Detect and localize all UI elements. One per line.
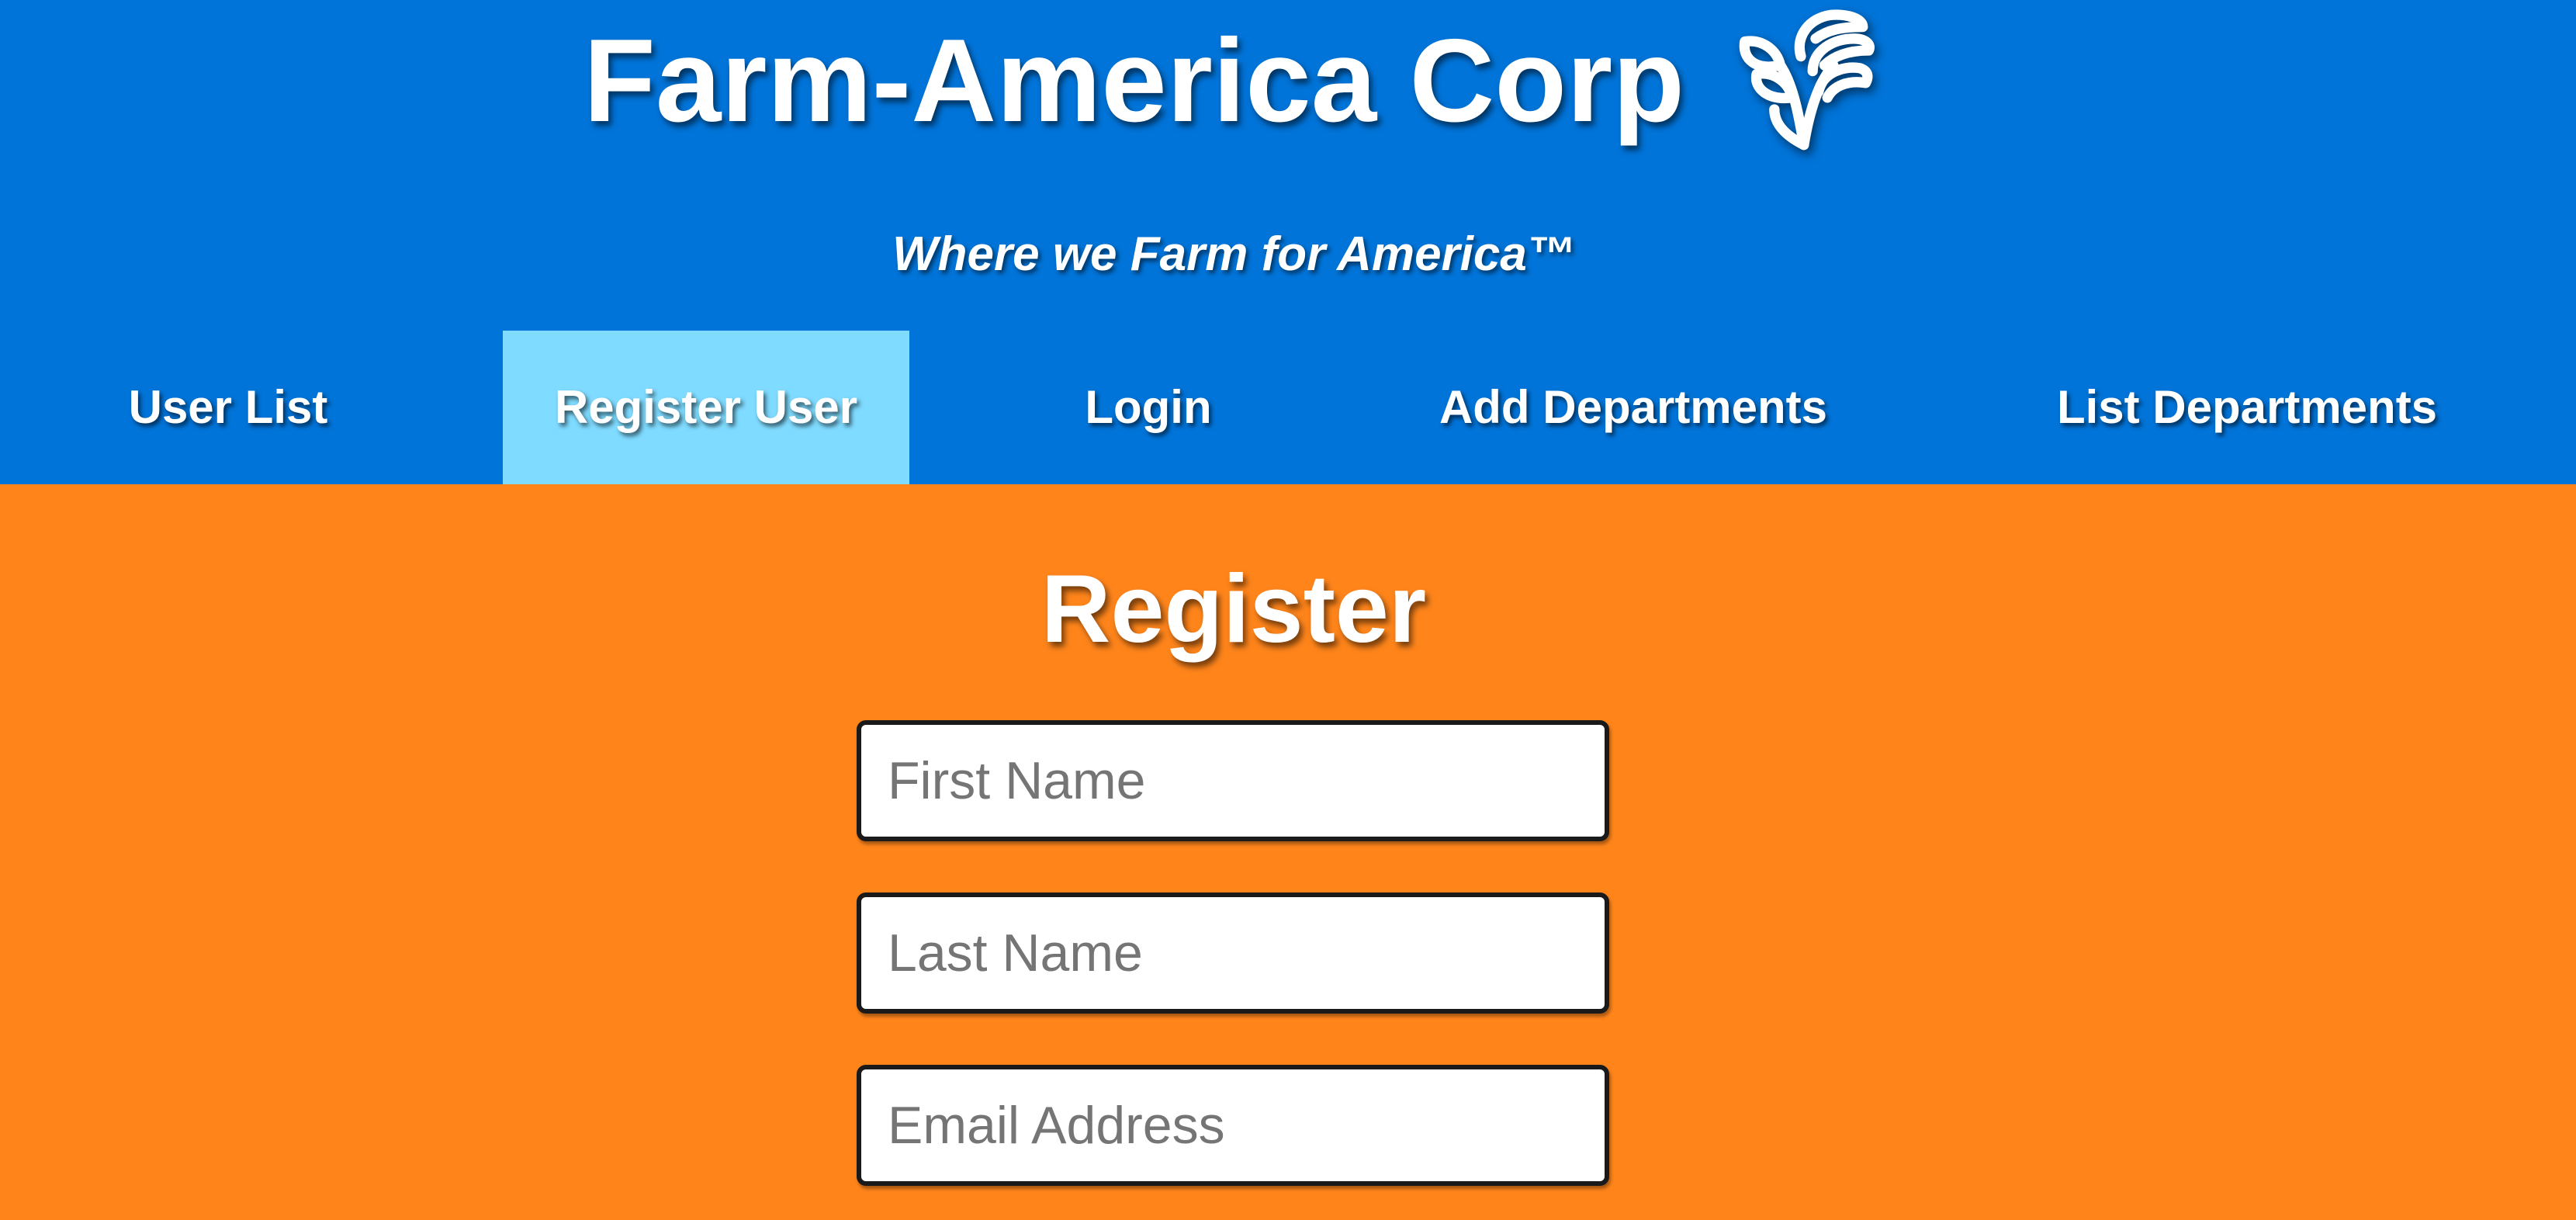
brand: Farm-America Corp	[0, 0, 2576, 171]
nav-list-departments[interactable]: List Departments	[2022, 331, 2472, 484]
last-name-input[interactable]	[857, 892, 1609, 1014]
nav-user-list[interactable]: User List	[90, 331, 366, 484]
nav-add-departments[interactable]: Add Departments	[1404, 331, 1862, 484]
email-input[interactable]	[857, 1065, 1609, 1186]
wheat-icon	[1739, 9, 1875, 151]
register-section: Register	[0, 484, 2576, 1220]
site-header: Farm-America Corp Where we Farm for Amer…	[0, 0, 2576, 484]
main-nav: User List Register User Login Add Depart…	[0, 331, 2576, 484]
nav-register-user[interactable]: Register User	[503, 331, 909, 484]
site-title: Farm-America Corp	[583, 15, 1685, 147]
first-name-input[interactable]	[857, 720, 1609, 841]
page-title: Register	[1040, 556, 1427, 663]
tagline: Where we Farm for America™	[892, 227, 1575, 281]
nav-login[interactable]: Login	[1040, 331, 1257, 484]
